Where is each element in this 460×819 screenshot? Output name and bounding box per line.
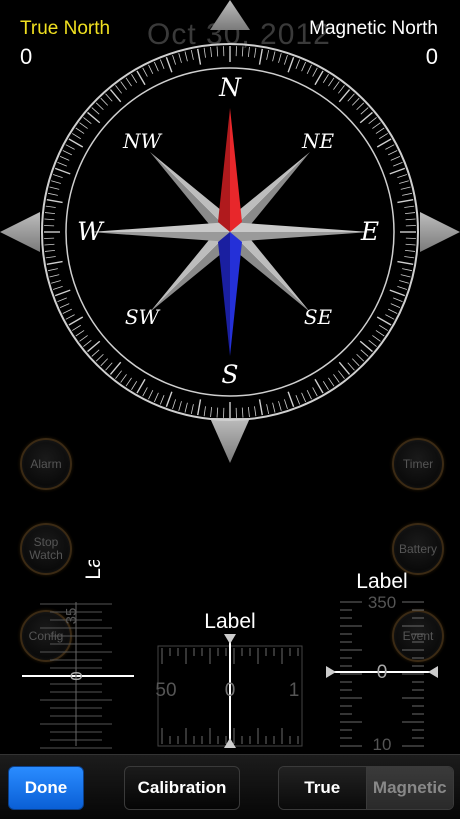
compass-letter-n: N: [218, 73, 242, 102]
segment-magnetic[interactable]: Magnetic: [367, 767, 454, 809]
north-mode-segmented-control: True Magnetic: [278, 766, 454, 810]
compass-letter-w: W: [77, 217, 105, 246]
compass-letter-se: SE: [304, 305, 333, 329]
segment-true[interactable]: True: [279, 767, 367, 809]
left-gauge-scale-top: 35: [63, 608, 80, 625]
right-gauge-label: Label: [356, 570, 407, 593]
compass-dial: N S E W NE NW SE SW: [0, 0, 460, 470]
center-gauge-label: Label: [204, 610, 255, 633]
compass-letter-e: E: [360, 217, 379, 246]
bottom-toolbar: Done Calibration True Magnetic: [0, 754, 460, 819]
done-button[interactable]: Done: [8, 766, 84, 810]
south-pointer-triangle: [210, 418, 250, 463]
left-gauge-value: 0: [67, 671, 86, 680]
left-gauge: 0 35 Label: [22, 560, 134, 750]
compass-letter-sw: SW: [125, 305, 161, 329]
north-needle: [218, 108, 230, 232]
right-gauge-scale-bottom: 10: [373, 735, 392, 754]
gauges-panel: 0 35 Label Label 0 50 1 Label 0 350 10: [0, 560, 460, 754]
center-gauge-scale-right: 1: [289, 680, 300, 701]
south-needle: [218, 232, 230, 356]
right-gauge-scale-top: 350: [368, 593, 396, 612]
battery-button-label: Battery: [399, 543, 437, 556]
north-pointer-triangle: [210, 0, 250, 30]
compass-letter-ne: NE: [301, 129, 335, 153]
timer-button-label: Timer: [403, 458, 433, 471]
east-pointer-triangle: [420, 212, 460, 252]
left-gauge-label: Label: [82, 560, 105, 580]
right-gauge-value: 0: [377, 662, 388, 683]
alarm-button[interactable]: Alarm: [20, 438, 72, 490]
compass-letter-s: S: [221, 360, 238, 389]
compass-letter-nw: NW: [122, 129, 163, 153]
right-gauge: Label 0 350 10: [326, 570, 438, 754]
alarm-button-label: Alarm: [30, 458, 61, 471]
center-gauge: Label 0 50 1: [155, 610, 302, 748]
center-gauge-scale-left: 50: [155, 680, 176, 701]
timer-button[interactable]: Timer: [392, 438, 444, 490]
west-pointer-triangle: [0, 212, 40, 252]
calibration-button[interactable]: Calibration: [124, 766, 240, 810]
center-gauge-value: 0: [225, 680, 236, 701]
